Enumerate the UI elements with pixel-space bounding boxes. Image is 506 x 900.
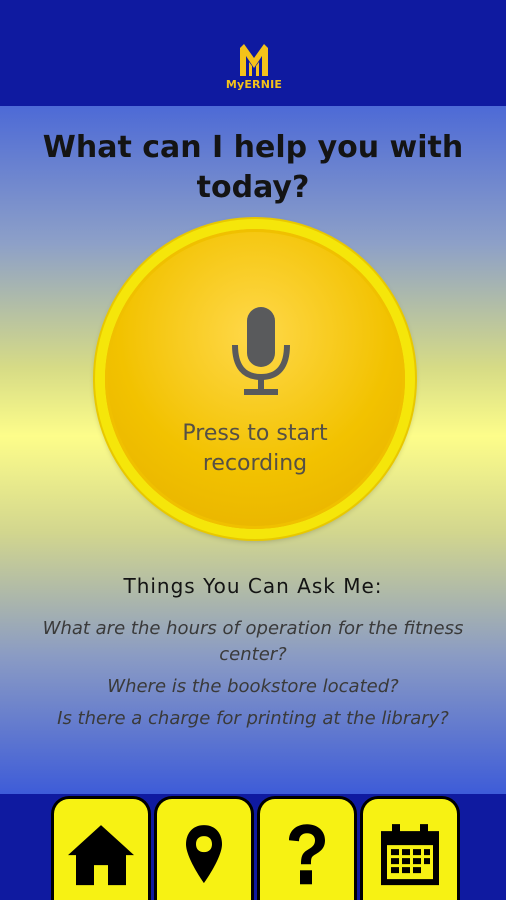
nav-home-button[interactable]: [51, 796, 151, 900]
logo-m-icon: [240, 44, 268, 76]
app-logo: MyERNIE: [223, 42, 285, 92]
logo-text: MyERNIE: [225, 78, 283, 91]
microphone-icon: [232, 307, 290, 395]
nav-map-button[interactable]: [154, 796, 254, 900]
suggestions-heading: Things You Can Ask Me:: [123, 574, 383, 598]
record-button-face: Press to start recording: [105, 229, 405, 529]
home-icon: [68, 824, 134, 885]
suggestion-item[interactable]: Where is the bookstore located?: [30, 674, 476, 700]
suggestions-list: What are the hours of operation for the …: [30, 616, 476, 738]
nav-help-button[interactable]: [257, 796, 357, 900]
map-pin-icon: [186, 824, 222, 883]
suggestion-item[interactable]: What are the hours of operation for the …: [30, 616, 476, 668]
nav-calendar-button[interactable]: [360, 796, 460, 900]
record-button[interactable]: Press to start recording: [95, 219, 415, 539]
calendar-icon: [381, 823, 439, 885]
suggestion-item[interactable]: Is there a charge for printing at the li…: [30, 706, 476, 732]
record-button-label: Press to start recording: [182, 421, 328, 476]
app-header: MyERNIE: [0, 0, 506, 106]
question-mark-icon: [289, 823, 325, 884]
page-title: What can I help you with today?: [42, 130, 464, 205]
